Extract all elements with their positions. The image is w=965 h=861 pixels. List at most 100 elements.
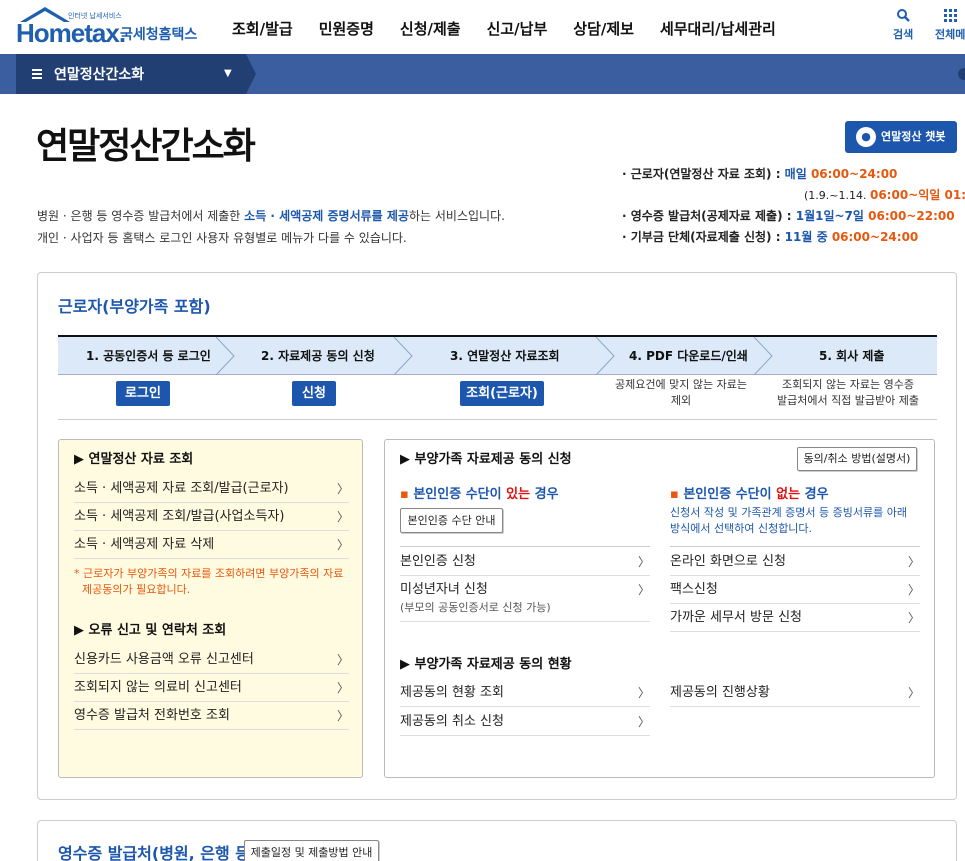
- step-arrow-icon: [596, 337, 615, 375]
- nav-item-application[interactable]: 신청/제출: [400, 18, 461, 39]
- sub-text: 경우: [530, 487, 559, 502]
- schedule-issuer: · 영수증 발급처(공제자료 제출) : 1월1일~7일 06:00~22:00: [622, 209, 955, 223]
- step5-note: 조회되지 않는 자료는 영수증발급처에서 직접 발급받아 제출: [770, 377, 926, 409]
- login-button[interactable]: 로그인: [116, 381, 170, 406]
- chevron-right-icon: 〉: [907, 686, 920, 700]
- list-item-visit-apply[interactable]: 가까운 세무서 방문 신청 〉: [670, 604, 920, 632]
- list-item-label: 온라인 화면으로 신청: [670, 554, 786, 569]
- chatbot-button[interactable]: ● 연말정산 챗봇: [845, 121, 957, 153]
- error-heading: ▶ 오류 신고 및 연락처 조회: [74, 623, 227, 638]
- submission-guide-button[interactable]: 제출일정 및 제출방법 안내: [244, 840, 379, 861]
- schedule-time: 06:00~익일 01:00: [869, 188, 965, 202]
- list-item-progress[interactable]: 제공동의 진행상황 〉: [670, 679, 920, 707]
- consent-heading: ▶ 부양가족 자료제공 동의 신청: [400, 452, 572, 467]
- list-item-label: 신용카드 사용금액 오류 신고센터: [74, 652, 254, 667]
- lookup-note: * 근로자가 부양가족의 자료를 조회하려면 부양가족의 자료 제공동의가 필요…: [74, 566, 359, 598]
- nav-item-inquiry[interactable]: 조회/발급: [232, 18, 293, 39]
- chevron-right-icon: 〉: [907, 583, 920, 597]
- list-item-lookup-business[interactable]: 소득 · 세액공제 조회/발급(사업소득자) 〉: [74, 503, 349, 531]
- logo-text: Hometax.: [16, 18, 126, 48]
- schedule-time: 06:00~24:00: [831, 230, 919, 244]
- all-menu-label: 전체메: [935, 28, 965, 41]
- main-nav: 조회/발급 민원증명 신청/제출 신고/납부 상담/제보 세무대리/납세관리: [232, 18, 802, 39]
- chevron-right-icon: 〉: [336, 510, 349, 524]
- list-item-card-error[interactable]: 신용카드 사용금액 오류 신고센터 〉: [74, 646, 349, 674]
- process-steps: 1. 공동인증서 등 로그인 2. 자료제공 동의 신청 3. 연말정산 자료조…: [58, 335, 937, 375]
- chevron-right-icon: 〉: [637, 686, 650, 700]
- list-item-label: 조회되지 않는 의료비 신고센터: [74, 680, 242, 695]
- note-line: * 근로자가 부양가족의 자료를 조회하려면 부양가족의 자료: [74, 567, 344, 580]
- issuer-section-title: 영수증 발급처(병원, 은행 등): [58, 844, 258, 861]
- issuer-section: 영수증 발급처(병원, 은행 등): [37, 820, 957, 861]
- list-item-medical[interactable]: 조회되지 않는 의료비 신고센터 〉: [74, 674, 349, 702]
- schedule-label: 기부금 단체(자료제출 신청) :: [630, 230, 785, 244]
- breadcrumb-menu-dropdown[interactable]: 연말정산간소화 ▼: [16, 54, 246, 94]
- list-item-auth-apply[interactable]: 본인인증 신청 〉: [400, 548, 650, 576]
- list-item-label: 가까운 세무서 방문 신청: [670, 610, 802, 625]
- lookup-worker-button[interactable]: 조회(근로자): [460, 381, 544, 406]
- list-item-lookup-worker[interactable]: 소득 · 세액공제 자료 조회/발급(근로자) 〉: [74, 475, 349, 503]
- site-header: 인터넷 납세서비스 Hometax. 국세청홈택스 조회/발급 민원증명 신청/…: [0, 0, 965, 54]
- logo-korean: 국세청홈택스: [120, 27, 198, 43]
- step5-note-line: 발급처에서 직접 발급받아 제출: [776, 394, 920, 407]
- step-arrow-icon: [216, 337, 235, 375]
- schedule-worker: · 근로자(연말정산 자료 조회) : 매일 06:00~24:00: [622, 167, 898, 181]
- list-item-fax-apply[interactable]: 팩스신청 〉: [670, 576, 920, 604]
- note-line: 제공동의가 필요합니다.: [82, 583, 191, 596]
- schedule-label: 근로자(연말정산 자료 조회) :: [630, 167, 785, 181]
- chevron-right-icon: 〉: [637, 583, 650, 597]
- page-title: 연말정산간소화: [36, 126, 256, 167]
- grid-menu-icon: [935, 8, 965, 26]
- list-item-minor-apply[interactable]: 미성년자녀 신청 〉 (부모의 공동인증서로 신청 가능): [400, 576, 650, 622]
- hometax-logo[interactable]: 인터넷 납세서비스 Hometax. 국세청홈택스: [16, 7, 201, 48]
- auth-no-heading: ▪ 본인인증 수단이 없는 경우: [670, 483, 829, 502]
- step-4: 4. PDF 다운로드/인쇄: [629, 349, 748, 363]
- list-item-label: 소득 · 세액공제 조회/발급(사업소득자): [74, 509, 285, 524]
- step-arrow-icon: [754, 337, 773, 375]
- lookup-heading: ▶ 연말정산 자료 조회: [74, 452, 194, 467]
- auth-guide-button[interactable]: 본인인증 수단 안내: [400, 508, 503, 533]
- chevron-right-icon: 〉: [637, 715, 650, 729]
- list-item-label: 제공동의 현황 조회: [400, 685, 504, 700]
- divider: [58, 419, 937, 420]
- auth-no-description: 신청서 작성 및 가족관계 증명서 등 증빙서류를 아래 방식에서 선택하여 신청…: [670, 505, 920, 537]
- chevron-right-icon: 〉: [336, 538, 349, 552]
- chevron-right-icon: 〉: [907, 555, 920, 569]
- nav-item-consult[interactable]: 상담/제보: [573, 18, 634, 39]
- step4-note-line: 공제요건에 맞지 않는 자료는: [615, 378, 747, 391]
- list-item-sublabel: (부모의 공동인증서로 신청 가능): [400, 601, 551, 614]
- consent-method-button[interactable]: 동의/취소 방법(설명서): [797, 447, 917, 471]
- sub-highlight: 없는: [776, 487, 801, 502]
- list-item-status-lookup[interactable]: 제공동의 현황 조회 〉: [400, 679, 650, 707]
- list-item-online-apply[interactable]: 온라인 화면으로 신청 〉: [670, 548, 920, 576]
- worker-section-title: 근로자(부양가족 포함): [58, 297, 211, 316]
- desc-text: 병원 · 은행 등 영수증 발급처에서 제출한: [37, 209, 245, 223]
- chevron-right-icon: 〉: [336, 482, 349, 496]
- all-menu-button[interactable]: 전체메: [935, 8, 965, 42]
- list-item-label: 미성년자녀 신청: [400, 582, 488, 597]
- list-item-phone[interactable]: 영수증 발급처 전화번호 조회 〉: [74, 702, 349, 730]
- apply-button[interactable]: 신청: [292, 381, 336, 406]
- schedule-time: 06:00~24:00: [810, 167, 898, 181]
- page-description-1: 병원 · 은행 등 영수증 발급처에서 제출한 소득 · 세액공제 증명서류를 …: [37, 207, 505, 224]
- step5-note-line: 조회되지 않는 자료는 영수증: [782, 378, 914, 391]
- list-item-delete[interactable]: 소득 · 세액공제 자료 삭제 〉: [74, 531, 349, 559]
- divider: [670, 546, 920, 547]
- scroll-right-icon[interactable]: [958, 68, 965, 80]
- breadcrumb-bar: 연말정산간소화 ▼: [0, 54, 965, 94]
- step4-note: 공제요건에 맞지 않는 자료는 제외: [608, 377, 754, 409]
- list-item-label: 본인인증 신청: [400, 554, 476, 569]
- search-icon: [893, 8, 913, 26]
- sub-text: 본인인증 수단이: [413, 487, 507, 502]
- list-item-consent-cancel[interactable]: 제공동의 취소 신청 〉: [400, 708, 650, 736]
- divider: [400, 546, 650, 547]
- list-item-label: 소득 · 세액공제 자료 조회/발급(근로자): [74, 481, 289, 496]
- search-button[interactable]: 검색: [893, 8, 913, 42]
- schedule-worker-extended: (1.9.~1.14. 06:00~익일 01:00): [804, 186, 965, 203]
- nav-item-agent[interactable]: 세무대리/납세관리: [660, 18, 776, 39]
- nav-item-certificate[interactable]: 민원증명: [319, 18, 374, 39]
- sub-text: 경우: [800, 487, 829, 502]
- bullet: ▪: [670, 487, 684, 502]
- chevron-right-icon: 〉: [907, 611, 920, 625]
- nav-item-report[interactable]: 신고/납부: [487, 18, 548, 39]
